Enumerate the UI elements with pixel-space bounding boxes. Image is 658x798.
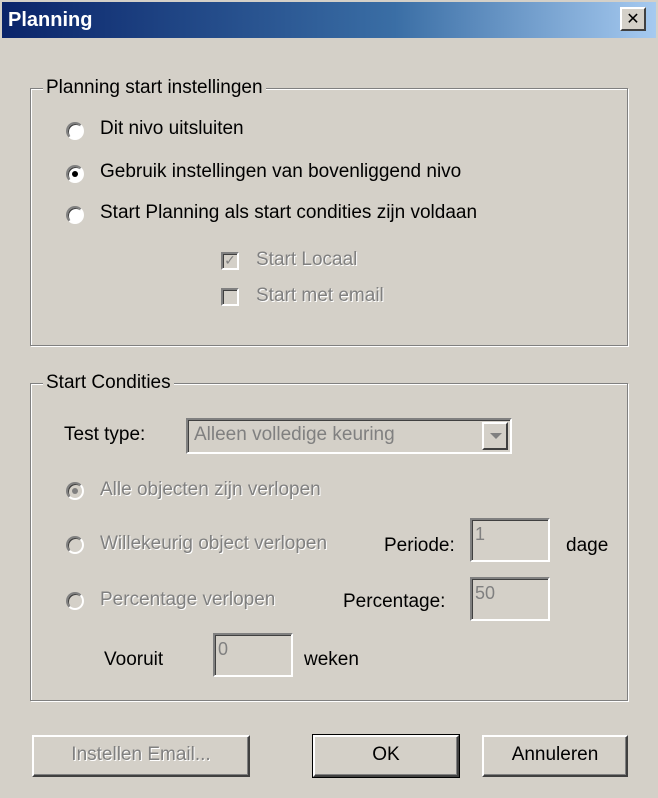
checkmark-icon: ✓	[224, 253, 236, 269]
radio-exclude-level[interactable]	[66, 122, 84, 140]
vooruit-input[interactable]: 0	[213, 633, 293, 677]
checkbox-start-email[interactable]	[221, 288, 239, 306]
set-email-button[interactable]: Instellen Email...	[32, 735, 250, 777]
ok-button[interactable]: OK	[312, 734, 460, 778]
planning-settings-legend: Planning start instellingen	[43, 77, 266, 99]
radio-random-object-expired-label[interactable]: Willekeurig object verlopen	[100, 533, 327, 555]
vooruit-unit: weken	[304, 649, 359, 670]
window-title: Planning	[8, 9, 93, 31]
radio-all-objects-expired[interactable]	[66, 482, 84, 500]
radio-use-parent-settings[interactable]	[66, 165, 84, 183]
close-button[interactable]: ✕	[620, 7, 646, 31]
percentage-input[interactable]: 50	[470, 577, 550, 621]
test-type-label: Test type:	[64, 424, 146, 445]
radio-use-parent-settings-label[interactable]: Gebruik instellingen van bovenliggend ni…	[100, 161, 461, 183]
checkbox-start-local[interactable]: ✓	[221, 252, 239, 270]
periode-unit: dage	[566, 535, 609, 556]
radio-exclude-level-label[interactable]: Dit nivo uitsluiten	[100, 118, 244, 140]
test-type-dropdown[interactable]: Alleen volledige keuring	[186, 418, 512, 454]
cancel-button[interactable]: Annuleren	[482, 735, 628, 777]
radio-start-on-conditions-label[interactable]: Start Planning als start condities zijn …	[100, 202, 477, 224]
start-conditions-legend: Start Condities	[43, 372, 174, 394]
checkbox-start-email-label[interactable]: Start met email	[256, 285, 384, 307]
vooruit-label: Vooruit	[104, 649, 164, 670]
periode-input[interactable]: 1	[470, 518, 550, 562]
chevron-down-icon[interactable]	[482, 422, 508, 450]
radio-random-object-expired[interactable]	[66, 536, 84, 554]
radio-all-objects-expired-label[interactable]: Alle objecten zijn verlopen	[100, 479, 321, 501]
radio-percentage-expired[interactable]	[66, 592, 84, 610]
radio-selected-dot	[72, 171, 78, 177]
test-type-value: Alleen volledige keuring	[194, 424, 395, 445]
radio-start-on-conditions[interactable]	[66, 206, 84, 224]
periode-label: Periode:	[384, 535, 455, 556]
radio-percentage-expired-label[interactable]: Percentage verlopen	[100, 589, 275, 611]
percentage-label: Percentage:	[343, 591, 446, 612]
close-icon: ✕	[626, 9, 640, 28]
planning-dialog: Planning ✕ Planning start instellingen D…	[0, 0, 658, 798]
title-bar[interactable]: Planning ✕	[2, 2, 656, 38]
radio-selected-dot	[72, 488, 78, 494]
checkbox-start-local-label[interactable]: Start Locaal	[256, 249, 357, 271]
